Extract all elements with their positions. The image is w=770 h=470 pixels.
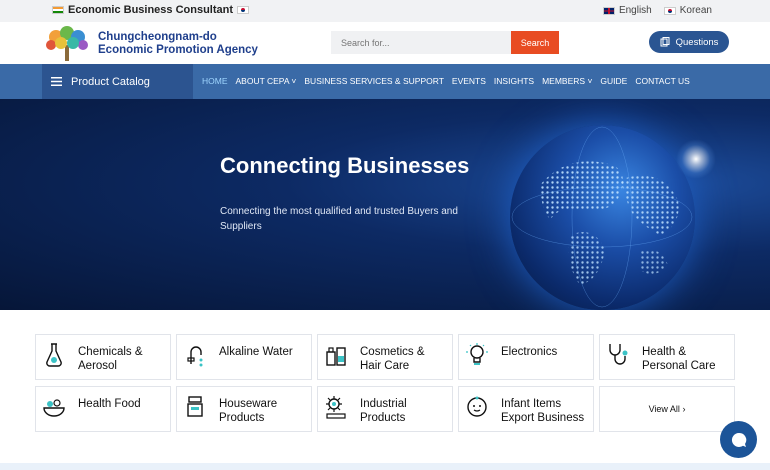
category-label-2: Export Business	[501, 412, 585, 424]
hero-subtitle: Connecting the most qualified and truste…	[220, 206, 458, 232]
view-all-button[interactable]: View All ›	[599, 386, 735, 432]
pot-icon	[187, 396, 203, 417]
category-label: Houseware	[219, 398, 278, 410]
light-flare	[676, 139, 716, 179]
hero-banner: Connecting Businesses Connecting the mos…	[0, 99, 770, 310]
uk-flag-icon	[602, 6, 615, 15]
top-bar: Economic Business Consultant English Kor…	[0, 0, 770, 22]
org-name-line1: Chungcheongnam-do	[98, 31, 217, 43]
category-infant-items[interactable]: Infant Items Export Business	[458, 386, 594, 432]
chevron-down-icon: ˅	[291, 76, 297, 86]
tree-logo-icon[interactable]	[42, 25, 92, 61]
gear-icon	[326, 396, 346, 419]
category-health-food[interactable]: Health Food	[35, 386, 171, 432]
copy-icon	[660, 37, 670, 47]
top-title-text: Economic Business Consultant	[68, 4, 234, 16]
category-label-2: Personal Care	[642, 360, 716, 372]
korea-flag-icon	[237, 6, 250, 14]
category-health-personal-care[interactable]: Health & Personal Care	[599, 334, 735, 380]
cosmetics-icon	[326, 347, 346, 366]
lang-korean[interactable]: Korean	[663, 5, 712, 16]
category-grid: Chemicals & Aerosol Alkaline Water Cosmet…	[35, 334, 735, 432]
category-label: Electronics	[501, 346, 558, 358]
top-title: Economic Business Consultant	[52, 4, 250, 16]
water-tap-icon	[187, 346, 203, 367]
search-button[interactable]: Search	[511, 31, 559, 54]
chat-bubble-icon	[731, 432, 746, 447]
nav-home[interactable]: HOME	[202, 76, 228, 86]
category-label: Cosmetics &	[360, 346, 425, 358]
nav-members[interactable]: MEMBERS ˅	[542, 76, 592, 86]
korea-flag-icon	[663, 6, 676, 15]
category-label: Industrial	[360, 398, 407, 410]
questions-label: Questions	[675, 36, 719, 48]
questions-button[interactable]: Questions	[649, 31, 729, 53]
lightbulb-icon	[466, 343, 488, 365]
header: Chungcheongnam-do Economic Promotion Age…	[0, 22, 770, 64]
search-input[interactable]	[331, 31, 511, 54]
nav-menu: HOME ABOUT CEPA ˅ BUSINESS SERVICES & SU…	[202, 76, 690, 86]
chevron-right-icon: ›	[682, 404, 686, 414]
category-label-2: Hair Care	[360, 360, 410, 372]
category-chemicals[interactable]: Chemicals & Aerosol	[35, 334, 171, 380]
baby-icon	[467, 396, 487, 417]
stethoscope-icon	[609, 344, 628, 365]
food-bowl-icon	[43, 399, 65, 417]
nav-events[interactable]: EVENTS	[452, 76, 486, 86]
org-name-line2: Economic Promotion Agency	[98, 44, 258, 56]
nav-business-services[interactable]: BUSINESS SERVICES & SUPPORT	[304, 76, 444, 86]
nav-members-label: MEMBERS	[542, 76, 586, 86]
view-all-label: View All	[648, 404, 680, 414]
category-label-2: Products	[360, 412, 406, 424]
language-switcher: English Korean	[602, 5, 712, 16]
category-label: Alkaline Water	[219, 346, 293, 358]
india-flag-icon	[52, 6, 64, 14]
chevron-down-icon: ˅	[587, 76, 593, 86]
category-label: Health &	[642, 346, 687, 358]
lang-korean-label: Korean	[679, 5, 712, 16]
category-cosmetics[interactable]: Cosmetics & Hair Care	[317, 334, 453, 380]
chat-button[interactable]	[720, 421, 757, 458]
category-label-2: Products	[219, 412, 265, 424]
lang-english[interactable]: English	[602, 5, 652, 16]
nav-contact[interactable]: CONTACT US	[635, 76, 689, 86]
hamburger-icon	[51, 77, 62, 86]
org-name: Chungcheongnam-do Economic Promotion Age…	[98, 31, 258, 57]
nav-about-label: ABOUT CEPA	[235, 76, 290, 86]
nav-guide[interactable]: GUIDE	[600, 76, 627, 86]
nav-about[interactable]: ABOUT CEPA ˅	[236, 76, 297, 86]
hero-title: Connecting Businesses	[220, 153, 470, 178]
lang-english-label: English	[618, 5, 652, 16]
category-label: Health Food	[78, 398, 141, 410]
globe-image	[510, 125, 695, 310]
category-electronics[interactable]: Electronics	[458, 334, 594, 380]
category-label: Infant Items	[501, 398, 562, 410]
category-label: Chemicals &	[78, 346, 143, 358]
main-nav: Product Catalog HOME ABOUT CEPA ˅ BUSINE…	[0, 64, 770, 99]
flask-icon	[46, 343, 62, 367]
category-alkaline-water[interactable]: Alkaline Water	[176, 334, 312, 380]
product-catalog-label: Product Catalog	[71, 75, 150, 88]
category-label-2: Aerosol	[78, 360, 117, 372]
footer-strip	[0, 463, 770, 470]
category-houseware[interactable]: Houseware Products	[176, 386, 312, 432]
product-catalog-button[interactable]: Product Catalog	[42, 64, 193, 99]
category-industrial[interactable]: Industrial Products	[317, 386, 453, 432]
nav-insights[interactable]: INSIGHTS	[494, 76, 534, 86]
